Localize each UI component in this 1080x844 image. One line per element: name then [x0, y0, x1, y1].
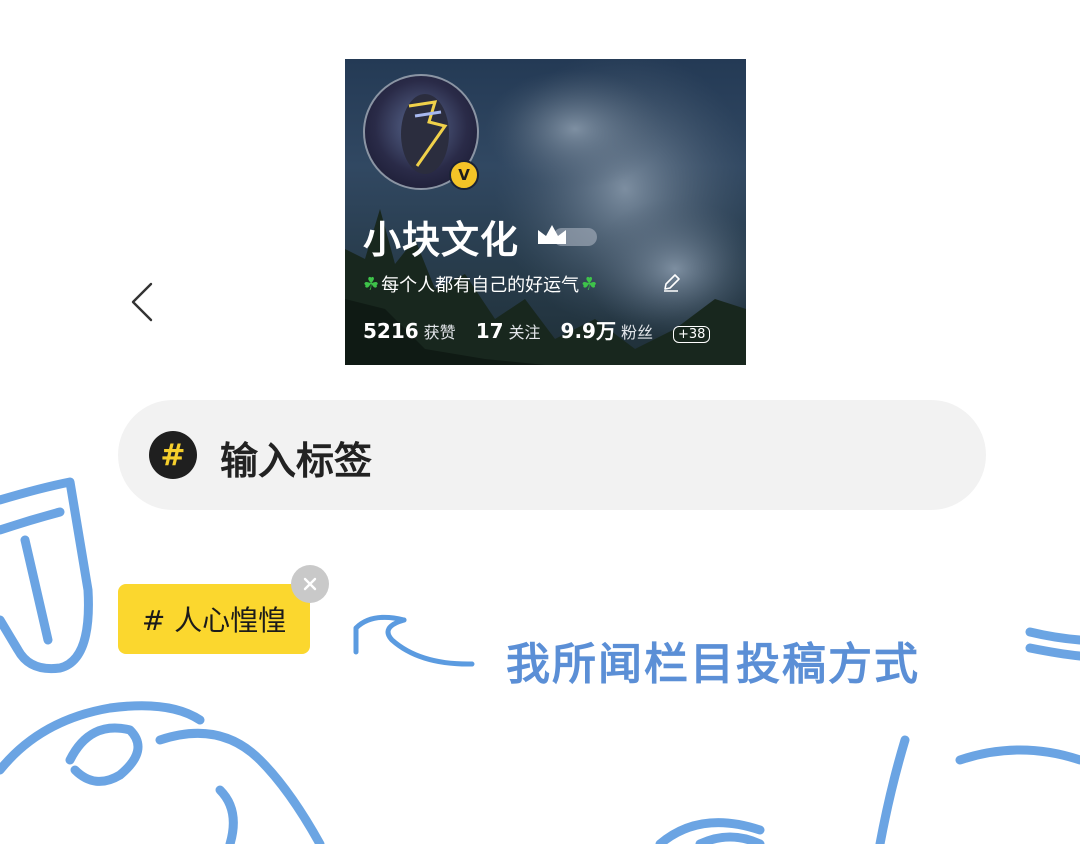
tag-remove-button[interactable]	[291, 565, 329, 603]
clover-icon: ☘	[581, 273, 598, 295]
caption-text: 我所闻栏目投稿方式	[506, 639, 920, 690]
stat-following-value[interactable]: 17	[476, 319, 504, 343]
tag-input-placeholder: 输入标签	[220, 439, 373, 483]
more-badge[interactable]: +38	[673, 326, 711, 343]
stat-followers-label[interactable]: 粉丝	[621, 319, 653, 343]
verified-badge: V	[449, 160, 479, 190]
stat-likes-value: 5216	[363, 319, 419, 343]
profile-stats: 5216 获赞 17 关注 9.9万 粉丝 +38	[363, 315, 711, 344]
tag-input[interactable]: # 输入标签	[118, 400, 986, 510]
profile-bio-text: 每个人都有自己的好运气	[381, 275, 580, 296]
chevron-left-icon	[131, 282, 153, 322]
tag-chip[interactable]: # 人心惶惶	[118, 584, 310, 654]
clover-icon: ☘	[363, 273, 380, 295]
close-icon	[303, 577, 317, 591]
profile-card: V 小块文化 ☘ 每个人都有自己的好运气 ☘ 5216 获赞 17 关注 9.9…	[345, 59, 746, 365]
crown-icon	[538, 225, 597, 246]
profile-name: 小块文化	[363, 218, 520, 262]
stat-following-label[interactable]: 关注	[509, 319, 541, 343]
stat-likes-label: 获赞	[423, 323, 456, 342]
profile-bio: ☘ 每个人都有自己的好运气 ☘	[363, 271, 597, 297]
hashtag-icon: #	[149, 431, 197, 479]
edit-icon[interactable]	[661, 273, 681, 293]
back-button[interactable]	[120, 278, 164, 326]
stat-followers-value[interactable]: 9.9万	[561, 315, 616, 344]
tag-chip-label: # 人心惶惶	[141, 604, 287, 637]
